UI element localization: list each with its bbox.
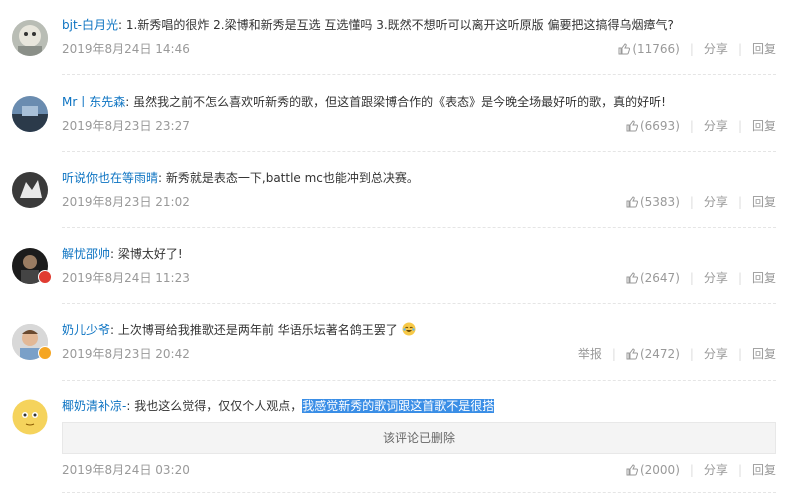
like-button[interactable]: (2647) — [626, 269, 680, 287]
timestamp: 2019年8月23日 23:27 — [62, 119, 190, 133]
separator: : — [110, 323, 115, 337]
selected-text: 我感觉新秀的歌词跟这首歌不是很搭 — [302, 399, 495, 413]
share-button[interactable]: 分享 — [704, 40, 728, 58]
divider — [62, 227, 776, 228]
like-button[interactable]: (5383) — [626, 193, 680, 211]
share-button[interactable]: 分享 — [704, 193, 728, 211]
divider — [62, 492, 776, 493]
avatar[interactable] — [12, 172, 48, 208]
username-link[interactable]: 奶儿少爷 — [62, 323, 110, 337]
report-button[interactable]: 举报 — [578, 345, 602, 363]
ops-divider: | — [689, 119, 694, 133]
divider — [62, 380, 776, 381]
like-button[interactable]: (11766) — [618, 40, 680, 58]
timestamp: 2019年8月23日 21:02 — [62, 195, 190, 209]
like-button[interactable]: (2472) — [626, 345, 680, 363]
share-button[interactable]: 分享 — [704, 461, 728, 479]
like-count: (2000) — [639, 463, 680, 477]
ops-divider: | — [689, 42, 694, 56]
like-count: (6693) — [639, 119, 680, 133]
separator: : — [158, 171, 163, 185]
separator: : — [118, 18, 123, 32]
username-link[interactable]: 解忧邵帅 — [62, 247, 110, 261]
comment-text: 上次博哥给我推歌还是两年前 华语乐坛著名鸽王罢了 — [117, 323, 398, 337]
divider — [62, 151, 776, 152]
ops-divider: | — [737, 347, 742, 361]
thumbs-up-icon — [626, 272, 638, 284]
like-count: (11766) — [632, 42, 680, 56]
username-link[interactable]: Mr丨东先森 — [62, 95, 125, 109]
divider — [62, 74, 776, 75]
comment-text: 1.新秀唱的很炸 2.梁博和新秀是互选 互选懂吗 3.既然不想听可以离开这听原版… — [125, 18, 674, 32]
timestamp: 2019年8月24日 11:23 — [62, 271, 190, 285]
thumbs-up-icon — [626, 120, 638, 132]
separator: : — [125, 95, 130, 109]
like-count: (2647) — [639, 271, 680, 285]
username-link[interactable]: 听说你也在等雨晴 — [62, 171, 158, 185]
reply-button[interactable]: 回复 — [752, 193, 776, 211]
ops-divider: | — [611, 347, 616, 361]
share-button[interactable]: 分享 — [704, 269, 728, 287]
reply-button[interactable]: 回复 — [752, 461, 776, 479]
like-button[interactable]: (2000) — [626, 461, 680, 479]
reply-button[interactable]: 回复 — [752, 345, 776, 363]
ops-divider: | — [689, 463, 694, 477]
like-button[interactable]: (6693) — [626, 117, 680, 135]
comment-text: 虽然我之前不怎么喜欢听新秀的歌，但这首跟梁博合作的《表态》是今晚全场最好听的歌，… — [133, 95, 666, 109]
like-count: (2472) — [639, 347, 680, 361]
divider — [62, 303, 776, 304]
ops-divider: | — [737, 195, 742, 209]
like-count: (5383) — [639, 195, 680, 209]
separator: : — [110, 247, 115, 261]
deleted-quote: 该评论已删除 — [62, 422, 776, 454]
ops-divider: | — [737, 119, 742, 133]
separator: : — [126, 399, 131, 413]
comment-text: 梁博太好了! — [117, 247, 183, 261]
vip-badge-icon — [38, 346, 52, 360]
deleted-quote-text: 该评论已删除 — [382, 431, 455, 445]
comment-text: 新秀就是表态一下,battle mc也能冲到总决赛。 — [165, 171, 419, 185]
reply-button[interactable]: 回复 — [752, 117, 776, 135]
ops-divider: | — [689, 195, 694, 209]
reply-button[interactable]: 回复 — [752, 40, 776, 58]
avatar[interactable] — [12, 20, 48, 56]
username-link[interactable]: 椰奶清补凉- — [62, 399, 126, 413]
vip-badge-icon — [38, 270, 52, 284]
username-link[interactable]: bjt-白月光 — [62, 18, 118, 32]
avatar[interactable] — [12, 96, 48, 132]
timestamp: 2019年8月23日 20:42 — [62, 347, 190, 361]
share-button[interactable]: 分享 — [704, 117, 728, 135]
ops-divider: | — [689, 271, 694, 285]
laughing-crying-emoji-icon — [402, 322, 416, 336]
ops-divider: | — [689, 347, 694, 361]
share-button[interactable]: 分享 — [704, 345, 728, 363]
ops-divider: | — [737, 42, 742, 56]
avatar[interactable] — [12, 399, 48, 435]
ops-divider: | — [737, 463, 742, 477]
thumbs-up-icon — [626, 348, 638, 360]
thumbs-up-icon — [618, 43, 631, 55]
timestamp: 2019年8月24日 14:46 — [62, 42, 190, 56]
timestamp: 2019年8月24日 03:20 — [62, 463, 190, 477]
thumbs-up-icon — [626, 196, 638, 208]
comment-text: 我也这么觉得，仅仅个人观点， — [134, 399, 303, 413]
ops-divider: | — [737, 271, 742, 285]
reply-button[interactable]: 回复 — [752, 269, 776, 287]
thumbs-up-icon — [626, 464, 638, 476]
